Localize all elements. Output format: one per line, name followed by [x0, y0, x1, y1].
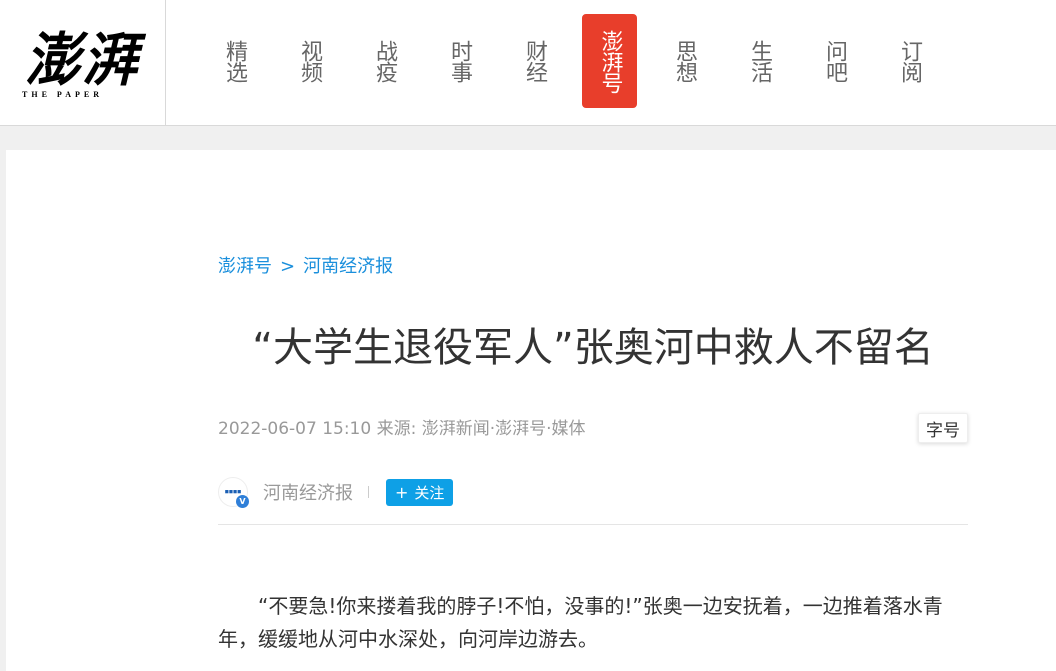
article-title: “大学生退役军人”张奥河中救人不留名: [252, 325, 934, 371]
nav-item-label: 澎湃号: [597, 29, 623, 93]
nav-item-2[interactable]: 战疫: [356, 14, 412, 108]
breadcrumb: 澎湃号 > 河南经济报: [218, 252, 393, 278]
site-header: 澎湃 THE PAPER 精选 视频 战疫 时事 财经 澎湃号 思想 生活 问吧 订阅: [0, 0, 1056, 126]
font-size-button[interactable]: 字号: [918, 413, 968, 443]
article-paragraph: “不要急!你来搂着我的脖子!不怕，没事的!”张奥一边安抚着，一边推着落水青年，缓…: [218, 594, 943, 651]
nav-item-label: 订阅: [897, 40, 922, 82]
nav-item-1[interactable]: 视频: [281, 14, 337, 108]
nav-item-label: 时事: [447, 40, 472, 82]
nav-item-0[interactable]: 精选: [206, 14, 262, 108]
author-avatar[interactable]: ◼◼◼◼ V: [218, 477, 249, 508]
nav-item-4[interactable]: 财经: [506, 14, 562, 108]
breadcrumb-current-link[interactable]: 河南经济报: [303, 256, 393, 277]
plus-icon: +: [395, 482, 409, 502]
nav-item-label: 财经: [522, 40, 547, 82]
nav-item-label: 思想: [672, 40, 697, 82]
nav-item-5[interactable]: 澎湃号: [582, 14, 637, 108]
article-container: 澎湃号 > 河南经济报 “大学生退役军人”张奥河中救人不留名 2022-06-07 …: [6, 150, 1056, 671]
nav-item-9[interactable]: 订阅: [881, 14, 937, 108]
nav-item-label: 视频: [297, 40, 322, 82]
author-row: ◼◼◼◼ V 河南经济报 + 关注: [218, 477, 454, 508]
article-meta: 2022-06-07 15:10 来源: 澎湃新闻·澎湃号·媒体: [218, 419, 586, 439]
nav-item-8[interactable]: 问吧: [806, 14, 862, 108]
breadcrumb-separator: >: [280, 256, 296, 277]
logo-chinese: 澎湃: [25, 25, 140, 94]
nav-item-6[interactable]: 思想: [656, 14, 712, 108]
nav-item-label: 生活: [747, 40, 772, 82]
nav-item-7[interactable]: 生活: [731, 14, 787, 108]
nav-item-label: 精选: [222, 40, 247, 82]
author-name[interactable]: 河南经济报: [263, 479, 353, 505]
nav-item-label: 战疫: [372, 40, 397, 82]
avatar-logo: ◼◼◼◼: [224, 489, 242, 495]
follow-label: 关注: [414, 483, 445, 502]
verified-badge: V: [236, 495, 249, 508]
divider: [218, 524, 968, 525]
follow-button[interactable]: + 关注: [386, 478, 454, 506]
author-divider: [368, 486, 369, 498]
site-logo[interactable]: 澎湃 THE PAPER: [0, 0, 166, 126]
nav-item-label: 问吧: [822, 40, 847, 82]
nav-item-3[interactable]: 时事: [431, 14, 487, 108]
breadcrumb-parent-link[interactable]: 澎湃号: [218, 256, 272, 277]
